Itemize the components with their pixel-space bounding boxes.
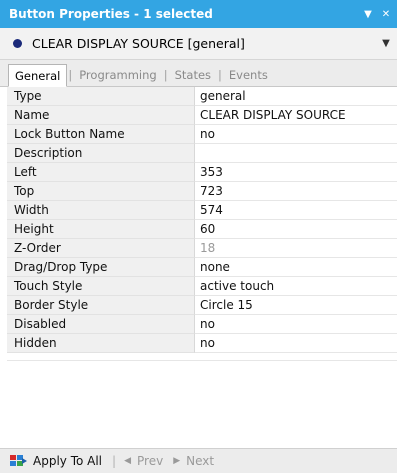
- prev-arrow-icon: ◀: [124, 456, 131, 466]
- tab-bar: General | Programming | States | Events: [0, 60, 397, 87]
- property-value-height[interactable]: 60: [195, 220, 397, 239]
- property-label: Drag/Drop Type: [7, 258, 195, 277]
- property-label: Left: [7, 163, 195, 182]
- chevron-down-icon[interactable]: ▼: [375, 38, 397, 49]
- property-label: Touch Style: [7, 277, 195, 296]
- property-row-z-order: Z-Order 18: [7, 239, 397, 258]
- property-label: Type: [7, 87, 195, 106]
- close-icon[interactable]: ✕: [379, 9, 393, 20]
- property-label: Hidden: [7, 334, 195, 353]
- property-row-type: Type general: [7, 87, 397, 106]
- property-label: Z-Order: [7, 239, 195, 258]
- property-value-width[interactable]: 574: [195, 201, 397, 220]
- footer-separator: |: [112, 454, 117, 468]
- tab-general[interactable]: General: [8, 64, 68, 87]
- grid-bottom-edge: [7, 353, 397, 361]
- prev-button[interactable]: ◀ Prev: [124, 454, 163, 468]
- property-label: Disabled: [7, 315, 195, 334]
- apply-to-all-icon[interactable]: [10, 454, 28, 468]
- apply-to-all-button[interactable]: Apply To All: [33, 454, 102, 468]
- property-row-touch-style: Touch Style active touch: [7, 277, 397, 296]
- property-label: Width: [7, 201, 195, 220]
- property-label: Top: [7, 182, 195, 201]
- property-row-lock-button-name: Lock Button Name no: [7, 125, 397, 144]
- property-value-left[interactable]: 353: [195, 163, 397, 182]
- property-row-width: Width 574: [7, 201, 397, 220]
- property-row-name: Name CLEAR DISPLAY SOURCE: [7, 106, 397, 125]
- prev-label: Prev: [137, 454, 164, 468]
- property-label: Lock Button Name: [7, 125, 195, 144]
- property-value-lock-button-name[interactable]: no: [195, 125, 397, 144]
- property-label: Height: [7, 220, 195, 239]
- property-value-disabled[interactable]: no: [195, 315, 397, 334]
- next-arrow-icon: ▶: [173, 456, 181, 466]
- property-value-border-style[interactable]: Circle 15: [195, 296, 397, 315]
- tab-states[interactable]: States: [169, 64, 217, 86]
- property-row-hidden: Hidden no: [7, 334, 397, 353]
- property-row-description: Description: [7, 144, 397, 163]
- panel-title: Button Properties - 1 selected: [9, 7, 213, 21]
- next-label: Next: [186, 454, 215, 468]
- property-value-type[interactable]: general: [195, 87, 397, 106]
- property-value-drag-drop-type[interactable]: none: [195, 258, 397, 277]
- property-value-description[interactable]: [195, 144, 397, 163]
- property-label: Description: [7, 144, 195, 163]
- tab-programming[interactable]: Programming: [73, 64, 163, 86]
- selected-button-name: CLEAR DISPLAY SOURCE [general]: [32, 36, 245, 51]
- property-row-left: Left 353: [7, 163, 397, 182]
- property-row-border-style: Border Style Circle 15: [7, 296, 397, 315]
- property-row-drag-drop-type: Drag/Drop Type none: [7, 258, 397, 277]
- property-label: Border Style: [7, 296, 195, 315]
- footer-toolbar: Apply To All | ◀ Prev ▶ Next: [0, 448, 397, 473]
- property-value-z-order: 18: [195, 239, 397, 258]
- property-grid: Type general Name CLEAR DISPLAY SOURCE L…: [0, 87, 397, 434]
- property-value-top[interactable]: 723: [195, 182, 397, 201]
- property-value-name[interactable]: CLEAR DISPLAY SOURCE: [195, 106, 397, 125]
- property-row-top: Top 723: [7, 182, 397, 201]
- property-value-hidden[interactable]: no: [195, 334, 397, 353]
- tab-events[interactable]: Events: [223, 64, 274, 86]
- property-row-height: Height 60: [7, 220, 397, 239]
- selected-button-dropdown[interactable]: CLEAR DISPLAY SOURCE [general] ▼: [0, 28, 397, 60]
- property-row-disabled: Disabled no: [7, 315, 397, 334]
- panel-title-bar: Button Properties - 1 selected ▼ ✕: [0, 0, 397, 28]
- dropdown-arrow-icon[interactable]: ▼: [361, 9, 375, 20]
- property-value-touch-style[interactable]: active touch: [195, 277, 397, 296]
- bullet-icon: [13, 39, 22, 48]
- property-label: Name: [7, 106, 195, 125]
- next-button[interactable]: ▶ Next: [173, 454, 214, 468]
